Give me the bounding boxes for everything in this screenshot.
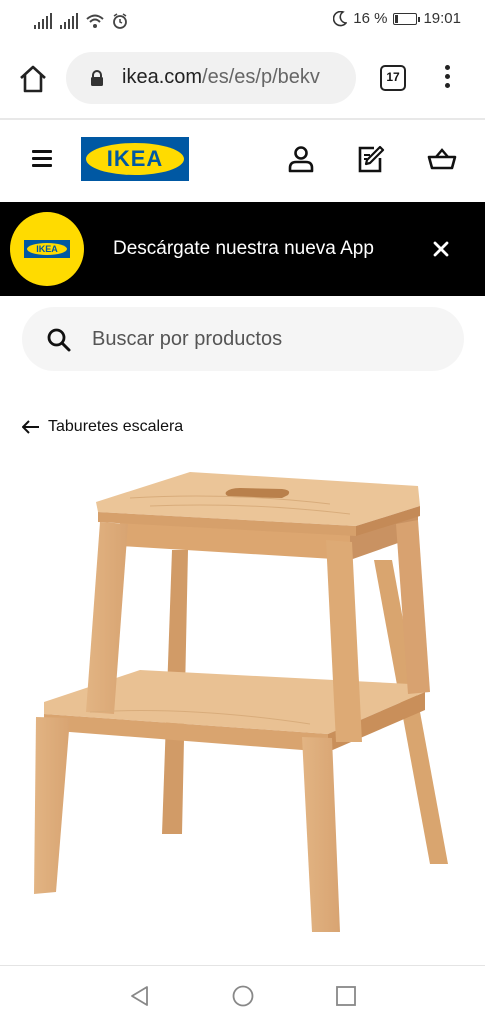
ikea-app-logo: IKEA bbox=[10, 212, 84, 286]
url-host: ikea.com bbox=[122, 66, 203, 88]
hamburger-menu-icon[interactable] bbox=[32, 150, 52, 168]
battery-percentage: 16 % bbox=[353, 10, 388, 27]
moon-icon bbox=[333, 10, 348, 26]
search-input[interactable] bbox=[92, 317, 432, 361]
shopping-list-icon[interactable] bbox=[356, 144, 386, 174]
app-download-banner[interactable]: IKEA Descárgate nuestra nueva App bbox=[0, 202, 485, 296]
breadcrumb-back-link[interactable]: Taburetes escalera bbox=[22, 416, 183, 438]
site-header: IKEA bbox=[0, 120, 485, 202]
lock-icon bbox=[91, 70, 103, 86]
banner-message: Descárgate nuestra nueva App bbox=[113, 238, 374, 259]
ikea-logo[interactable]: IKEA bbox=[81, 137, 189, 181]
clock: 19:01 bbox=[423, 10, 461, 27]
home-icon[interactable] bbox=[18, 64, 48, 94]
user-icon[interactable] bbox=[286, 144, 316, 174]
status-right: 16 % 19:01 bbox=[333, 10, 461, 27]
url-text: ikea.com/es/es/p/bekv bbox=[122, 66, 320, 89]
tab-switcher-button[interactable]: 17 bbox=[380, 65, 406, 91]
url-path: /es/es/p/bekv bbox=[202, 66, 320, 88]
status-bar: 16 % 19:01 bbox=[0, 0, 485, 40]
alarm-icon bbox=[113, 13, 127, 29]
product-image[interactable] bbox=[30, 462, 460, 942]
battery-icon bbox=[393, 12, 421, 25]
address-bar[interactable]: ikea.com/es/es/p/bekv bbox=[66, 52, 356, 104]
close-icon[interactable] bbox=[432, 240, 450, 258]
wifi-icon bbox=[86, 14, 104, 28]
breadcrumb-label: Taburetes escalera bbox=[48, 418, 184, 435]
back-nav-icon[interactable] bbox=[128, 984, 152, 1008]
signal-2-icon bbox=[60, 13, 78, 29]
system-navigation-bar bbox=[0, 965, 485, 1025]
home-nav-icon[interactable] bbox=[231, 984, 255, 1008]
search-icon[interactable] bbox=[46, 327, 72, 353]
search-bar[interactable] bbox=[22, 307, 464, 371]
signal-1-icon bbox=[34, 13, 52, 29]
browser-toolbar: ikea.com/es/es/p/bekv 17 bbox=[0, 40, 485, 120]
shopping-bag-icon[interactable] bbox=[427, 144, 457, 174]
signal-indicators bbox=[34, 11, 128, 29]
arrow-left-icon bbox=[22, 420, 39, 434]
recents-nav-icon[interactable] bbox=[334, 984, 358, 1008]
app-logo-text: IKEA bbox=[36, 244, 58, 254]
browser-menu-icon[interactable] bbox=[440, 65, 454, 93]
ikea-logo-text: IKEA bbox=[106, 146, 164, 171]
